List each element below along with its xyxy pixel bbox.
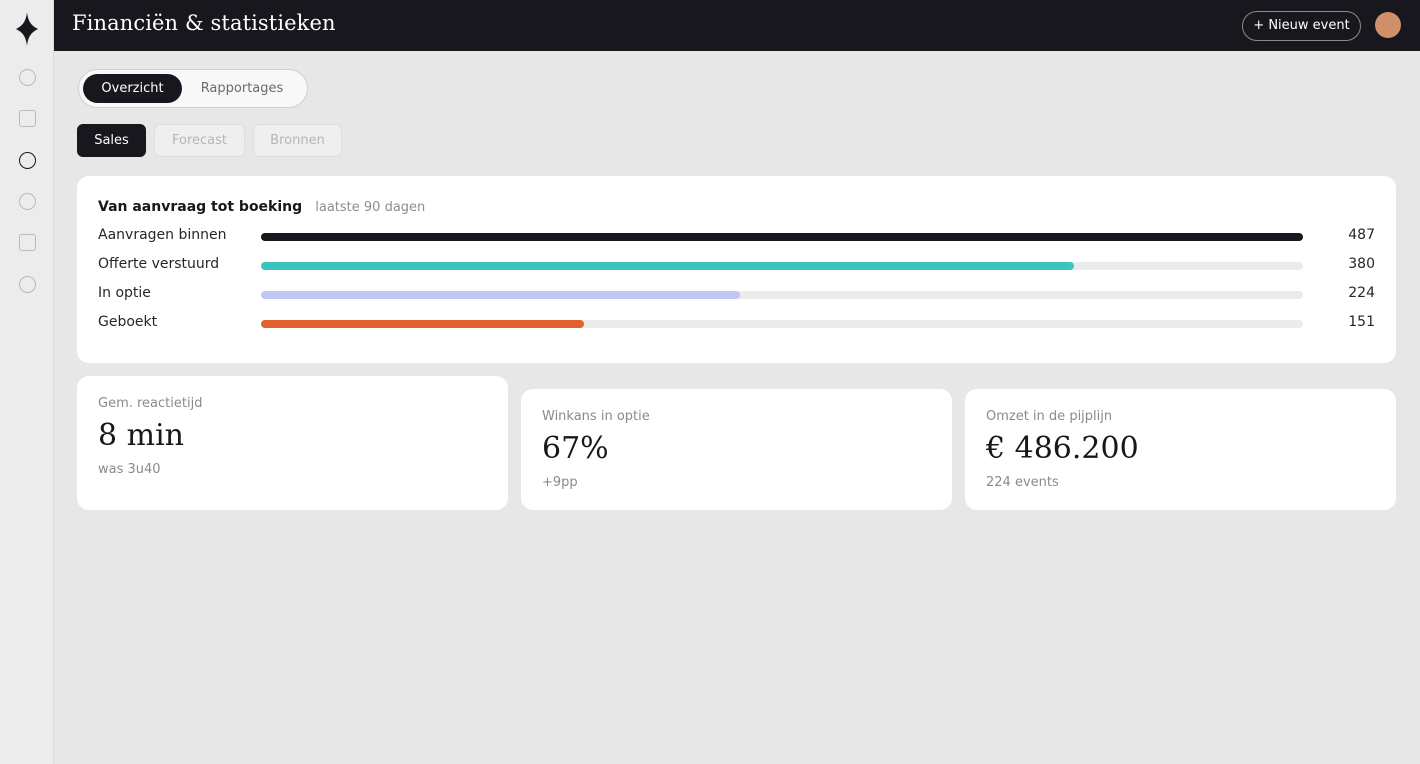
funnel-bar-track <box>261 320 1303 328</box>
funnel-header: Van aanvraag tot boeking laatste 90 dage… <box>98 196 425 215</box>
kpi-value: 8 min <box>98 418 184 453</box>
kpi-card-response-time: Gem. reactietijd 8 min was 3u40 <box>77 376 508 510</box>
funnel-row: Geboekt 151 <box>98 314 1375 334</box>
funnel-bar-fill <box>261 262 1075 270</box>
funnel-subtitle: laatste 90 dagen <box>315 200 426 215</box>
kpi-value: 67% <box>542 431 609 466</box>
subtab-bronnen[interactable]: Bronnen <box>253 124 342 157</box>
funnel-bar-fill <box>261 291 741 299</box>
kpi-note: +9pp <box>542 475 578 490</box>
main-tabs: Overzicht Rapportages <box>78 69 308 108</box>
funnel-row: In optie 224 <box>98 285 1375 305</box>
logo-icon <box>16 12 38 46</box>
subtab-forecast[interactable]: Forecast <box>154 124 245 157</box>
funnel-bar-track <box>261 291 1303 299</box>
kpi-note: was 3u40 <box>98 462 161 477</box>
funnel-row-label: Offerte verstuurd <box>98 256 220 272</box>
subtab-sales[interactable]: Sales <box>77 124 146 157</box>
funnel-row: Aanvragen binnen 487 <box>98 227 1375 247</box>
kpi-label: Winkans in optie <box>542 409 650 424</box>
kpi-card-win-rate: Winkans in optie 67% +9pp <box>521 389 952 510</box>
top-bar: Financiën & statistieken + Nieuw event <box>54 0 1420 51</box>
funnel-row-label: In optie <box>98 285 151 301</box>
sidebar-item-5[interactable] <box>19 234 36 251</box>
funnel-row-value: 380 <box>1348 256 1375 272</box>
funnel-row-value: 487 <box>1348 227 1375 243</box>
tab-overzicht[interactable]: Overzicht <box>83 74 182 103</box>
funnel-row-value: 224 <box>1348 285 1375 301</box>
sidebar-item-2[interactable] <box>19 110 36 127</box>
sidebar-item-3[interactable] <box>19 152 36 169</box>
funnel-row-value: 151 <box>1348 314 1375 330</box>
avatar[interactable] <box>1375 12 1401 38</box>
page-title: Financiën & statistieken <box>72 11 336 35</box>
sidebar-item-4[interactable] <box>19 193 36 210</box>
funnel-row-label: Aanvragen binnen <box>98 227 227 243</box>
funnel-card: Van aanvraag tot boeking laatste 90 dage… <box>77 176 1396 363</box>
funnel-bar-track <box>261 262 1303 270</box>
tab-rapportages[interactable]: Rapportages <box>187 74 297 103</box>
kpi-label: Omzet in de pijplijn <box>986 409 1113 424</box>
sidebar-item-1[interactable] <box>19 69 36 86</box>
sidebar <box>0 0 54 764</box>
funnel-row-label: Geboekt <box>98 314 158 330</box>
funnel-row: Offerte verstuurd 380 <box>98 256 1375 276</box>
kpi-card-pipeline-revenue: Omzet in de pijplijn € 486.200 224 event… <box>965 389 1396 510</box>
funnel-bar-fill <box>261 233 1303 241</box>
kpi-note: 224 events <box>986 475 1059 490</box>
funnel-bar-track <box>261 233 1303 241</box>
new-event-button[interactable]: + Nieuw event <box>1242 11 1361 41</box>
funnel-bar-fill <box>261 320 585 328</box>
kpi-label: Gem. reactietijd <box>98 396 203 411</box>
sidebar-item-6[interactable] <box>19 276 36 293</box>
kpi-value: € 486.200 <box>986 431 1139 466</box>
funnel-title: Van aanvraag tot boeking <box>98 199 303 215</box>
